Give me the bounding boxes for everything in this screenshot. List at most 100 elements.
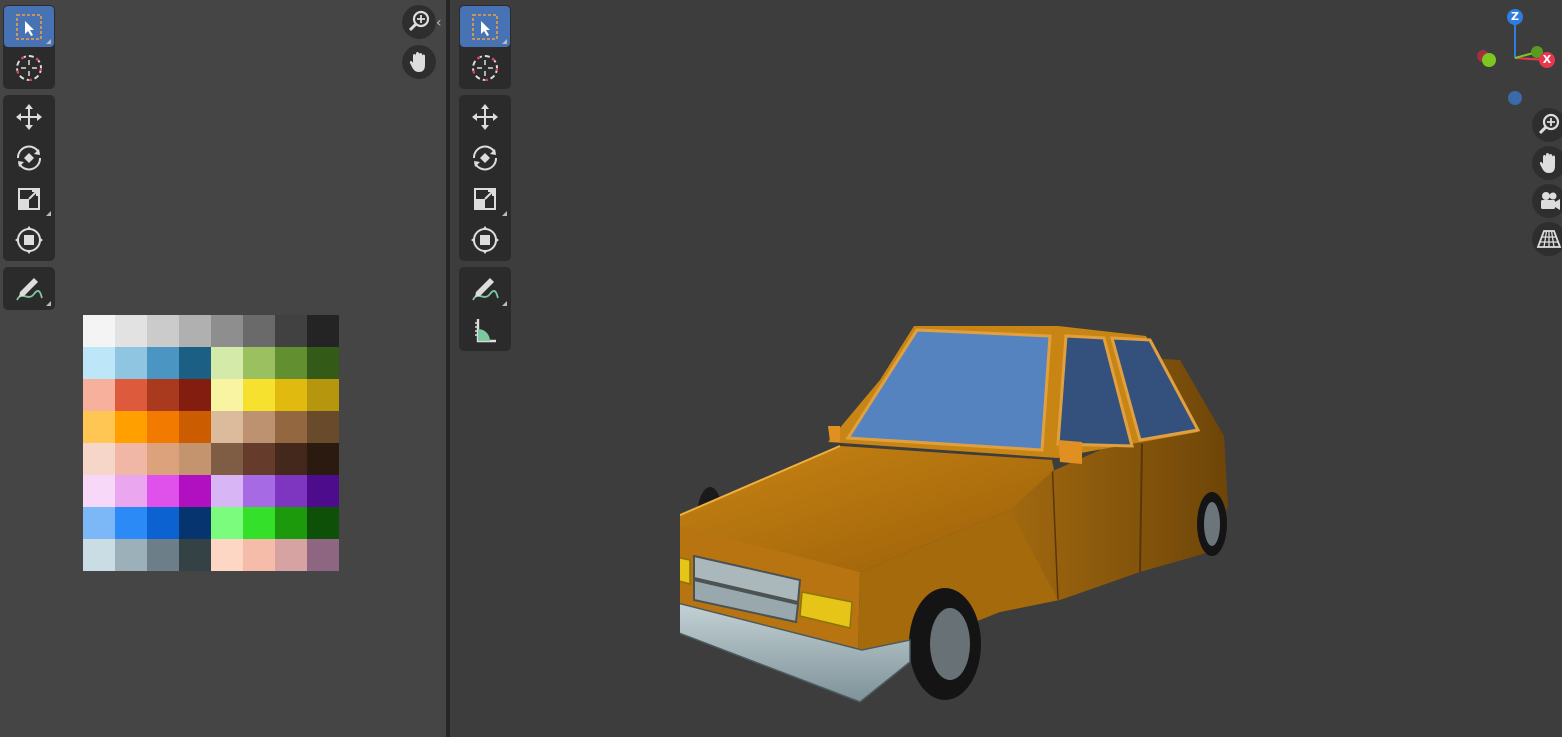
palette-swatch: [179, 347, 211, 379]
tool-group-transform: [459, 95, 511, 261]
car-model[interactable]: [680, 310, 1280, 710]
tool-options-corner: [46, 301, 51, 306]
palette-swatch: [83, 507, 115, 539]
palette-swatch: [307, 347, 339, 379]
palette-swatch: [243, 475, 275, 507]
transform-tool[interactable]: [4, 219, 54, 260]
z-axis-label: Z: [1511, 10, 1519, 23]
cursor-tool[interactable]: [460, 47, 510, 88]
palette-swatch: [83, 411, 115, 443]
palette-swatch: [179, 411, 211, 443]
select-box-icon: [472, 13, 498, 40]
scale-icon: [18, 187, 40, 210]
palette-swatch: [115, 315, 147, 347]
palette-swatch: [147, 315, 179, 347]
tool-group-select: [3, 5, 55, 89]
palette-swatch: [211, 507, 243, 539]
pan-button[interactable]: [402, 45, 436, 79]
tool-group-transform: [3, 95, 55, 261]
palette-swatch: [115, 475, 147, 507]
perspective-grid-icon: [1536, 230, 1562, 248]
palette-swatch: [307, 539, 339, 571]
palette-swatch: [211, 443, 243, 475]
palette-swatch: [243, 347, 275, 379]
windshield: [845, 328, 1052, 452]
palette-swatch: [275, 347, 307, 379]
3d-viewport[interactable]: Z X: [450, 0, 1562, 737]
palette-swatch: [179, 379, 211, 411]
measure-icon: [475, 318, 496, 342]
palette-swatch: [83, 475, 115, 507]
annotate-icon: [16, 277, 43, 300]
tool-options-corner: [502, 39, 507, 44]
tool-group-select: [459, 5, 511, 89]
pan-hand-icon: [409, 52, 425, 72]
transform-tool[interactable]: [460, 219, 510, 260]
collapse-arrow-icon[interactable]: ‹: [436, 14, 446, 32]
palette-swatch: [307, 475, 339, 507]
cursor-icon: [472, 54, 498, 81]
palette-swatch: [243, 411, 275, 443]
measure-tool[interactable]: [460, 309, 510, 350]
uv-editor[interactable]: ‹: [0, 0, 446, 737]
palette-swatch: [243, 443, 275, 475]
palette-swatch: [307, 443, 339, 475]
palette-swatch: [83, 315, 115, 347]
palette-swatch: [147, 475, 179, 507]
palette-swatch: [179, 443, 211, 475]
x-axis-label: X: [1542, 53, 1552, 66]
palette-swatch: [307, 315, 339, 347]
neg-z-handle[interactable]: [1508, 91, 1522, 105]
palette-swatch: [307, 411, 339, 443]
uv-toolbar: [3, 5, 55, 316]
rotate-tool[interactable]: [4, 137, 54, 178]
tool-options-corner: [46, 39, 51, 44]
zoom-button[interactable]: [1532, 108, 1562, 142]
move-tool[interactable]: [460, 96, 510, 137]
move-icon: [16, 103, 42, 130]
camera-view-button[interactable]: [1532, 184, 1562, 218]
palette-swatch: [275, 315, 307, 347]
rotate-tool[interactable]: [460, 137, 510, 178]
palette-swatch: [307, 507, 339, 539]
tool-options-corner: [46, 211, 51, 216]
palette-swatch: [147, 347, 179, 379]
palette-swatch: [211, 475, 243, 507]
zoom-button[interactable]: [402, 5, 436, 39]
palette-swatch: [147, 507, 179, 539]
navigation-gizmo[interactable]: Z X: [1470, 6, 1560, 106]
palette-swatch: [147, 443, 179, 475]
right-mirror: [1058, 440, 1082, 464]
cursor-icon: [16, 54, 42, 81]
scale-icon: [474, 187, 496, 210]
perspective-toggle-button[interactable]: [1532, 222, 1562, 256]
tool-options-corner: [502, 211, 507, 216]
palette-swatch: [179, 507, 211, 539]
cursor-tool[interactable]: [4, 47, 54, 88]
move-icon: [472, 103, 498, 130]
rear-wheel-hubcap: [1204, 502, 1220, 546]
neg-y-handle[interactable]: [1482, 53, 1496, 67]
palette-swatch: [115, 347, 147, 379]
zoom-icon: [408, 10, 430, 32]
color-palette-image: [83, 315, 339, 571]
palette-swatch: [115, 379, 147, 411]
camera-icon: [1541, 192, 1560, 210]
palette-swatch: [83, 347, 115, 379]
scale-tool[interactable]: [4, 178, 54, 219]
palette-swatch: [243, 379, 275, 411]
annotate-tool[interactable]: [4, 268, 54, 309]
palette-swatch: [243, 539, 275, 571]
transform-icon: [471, 225, 499, 254]
viewport-toolbar: [459, 5, 511, 357]
select-box-tool[interactable]: [460, 6, 510, 47]
scale-tool[interactable]: [460, 178, 510, 219]
pan-button[interactable]: [1532, 146, 1562, 180]
annotate-tool[interactable]: [460, 268, 510, 309]
select-box-tool[interactable]: [4, 6, 54, 47]
front-wheel-hubcap: [930, 608, 970, 680]
palette-swatch: [211, 315, 243, 347]
palette-swatch: [211, 539, 243, 571]
move-tool[interactable]: [4, 96, 54, 137]
palette-swatch: [83, 443, 115, 475]
